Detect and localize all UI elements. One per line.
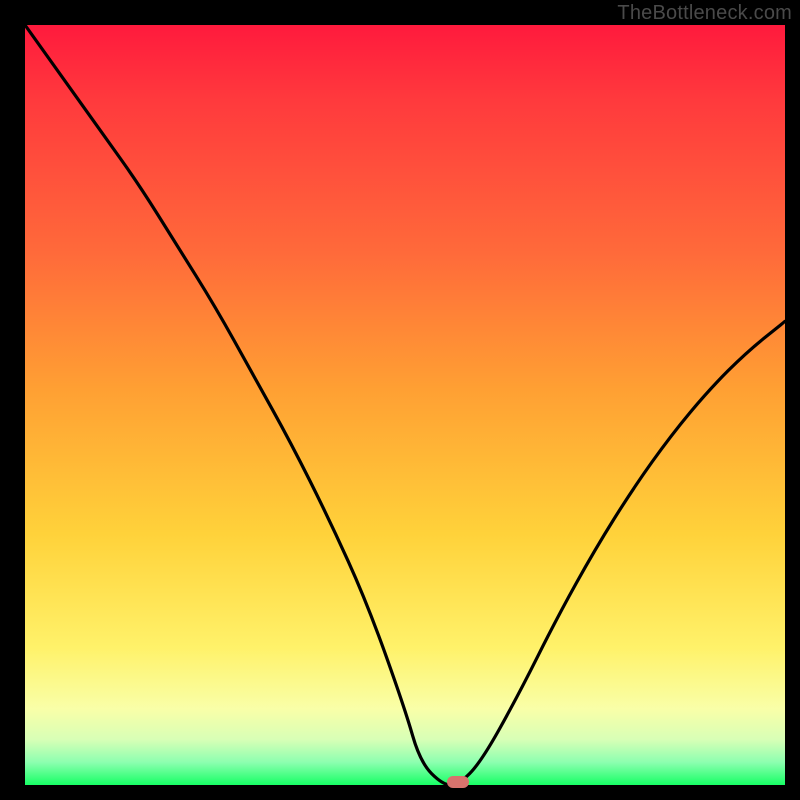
- bottleneck-curve: [25, 25, 785, 785]
- watermark-text: TheBottleneck.com: [617, 2, 792, 25]
- chart-frame: TheBottleneck.com: [0, 0, 800, 800]
- plot-area: [25, 25, 785, 785]
